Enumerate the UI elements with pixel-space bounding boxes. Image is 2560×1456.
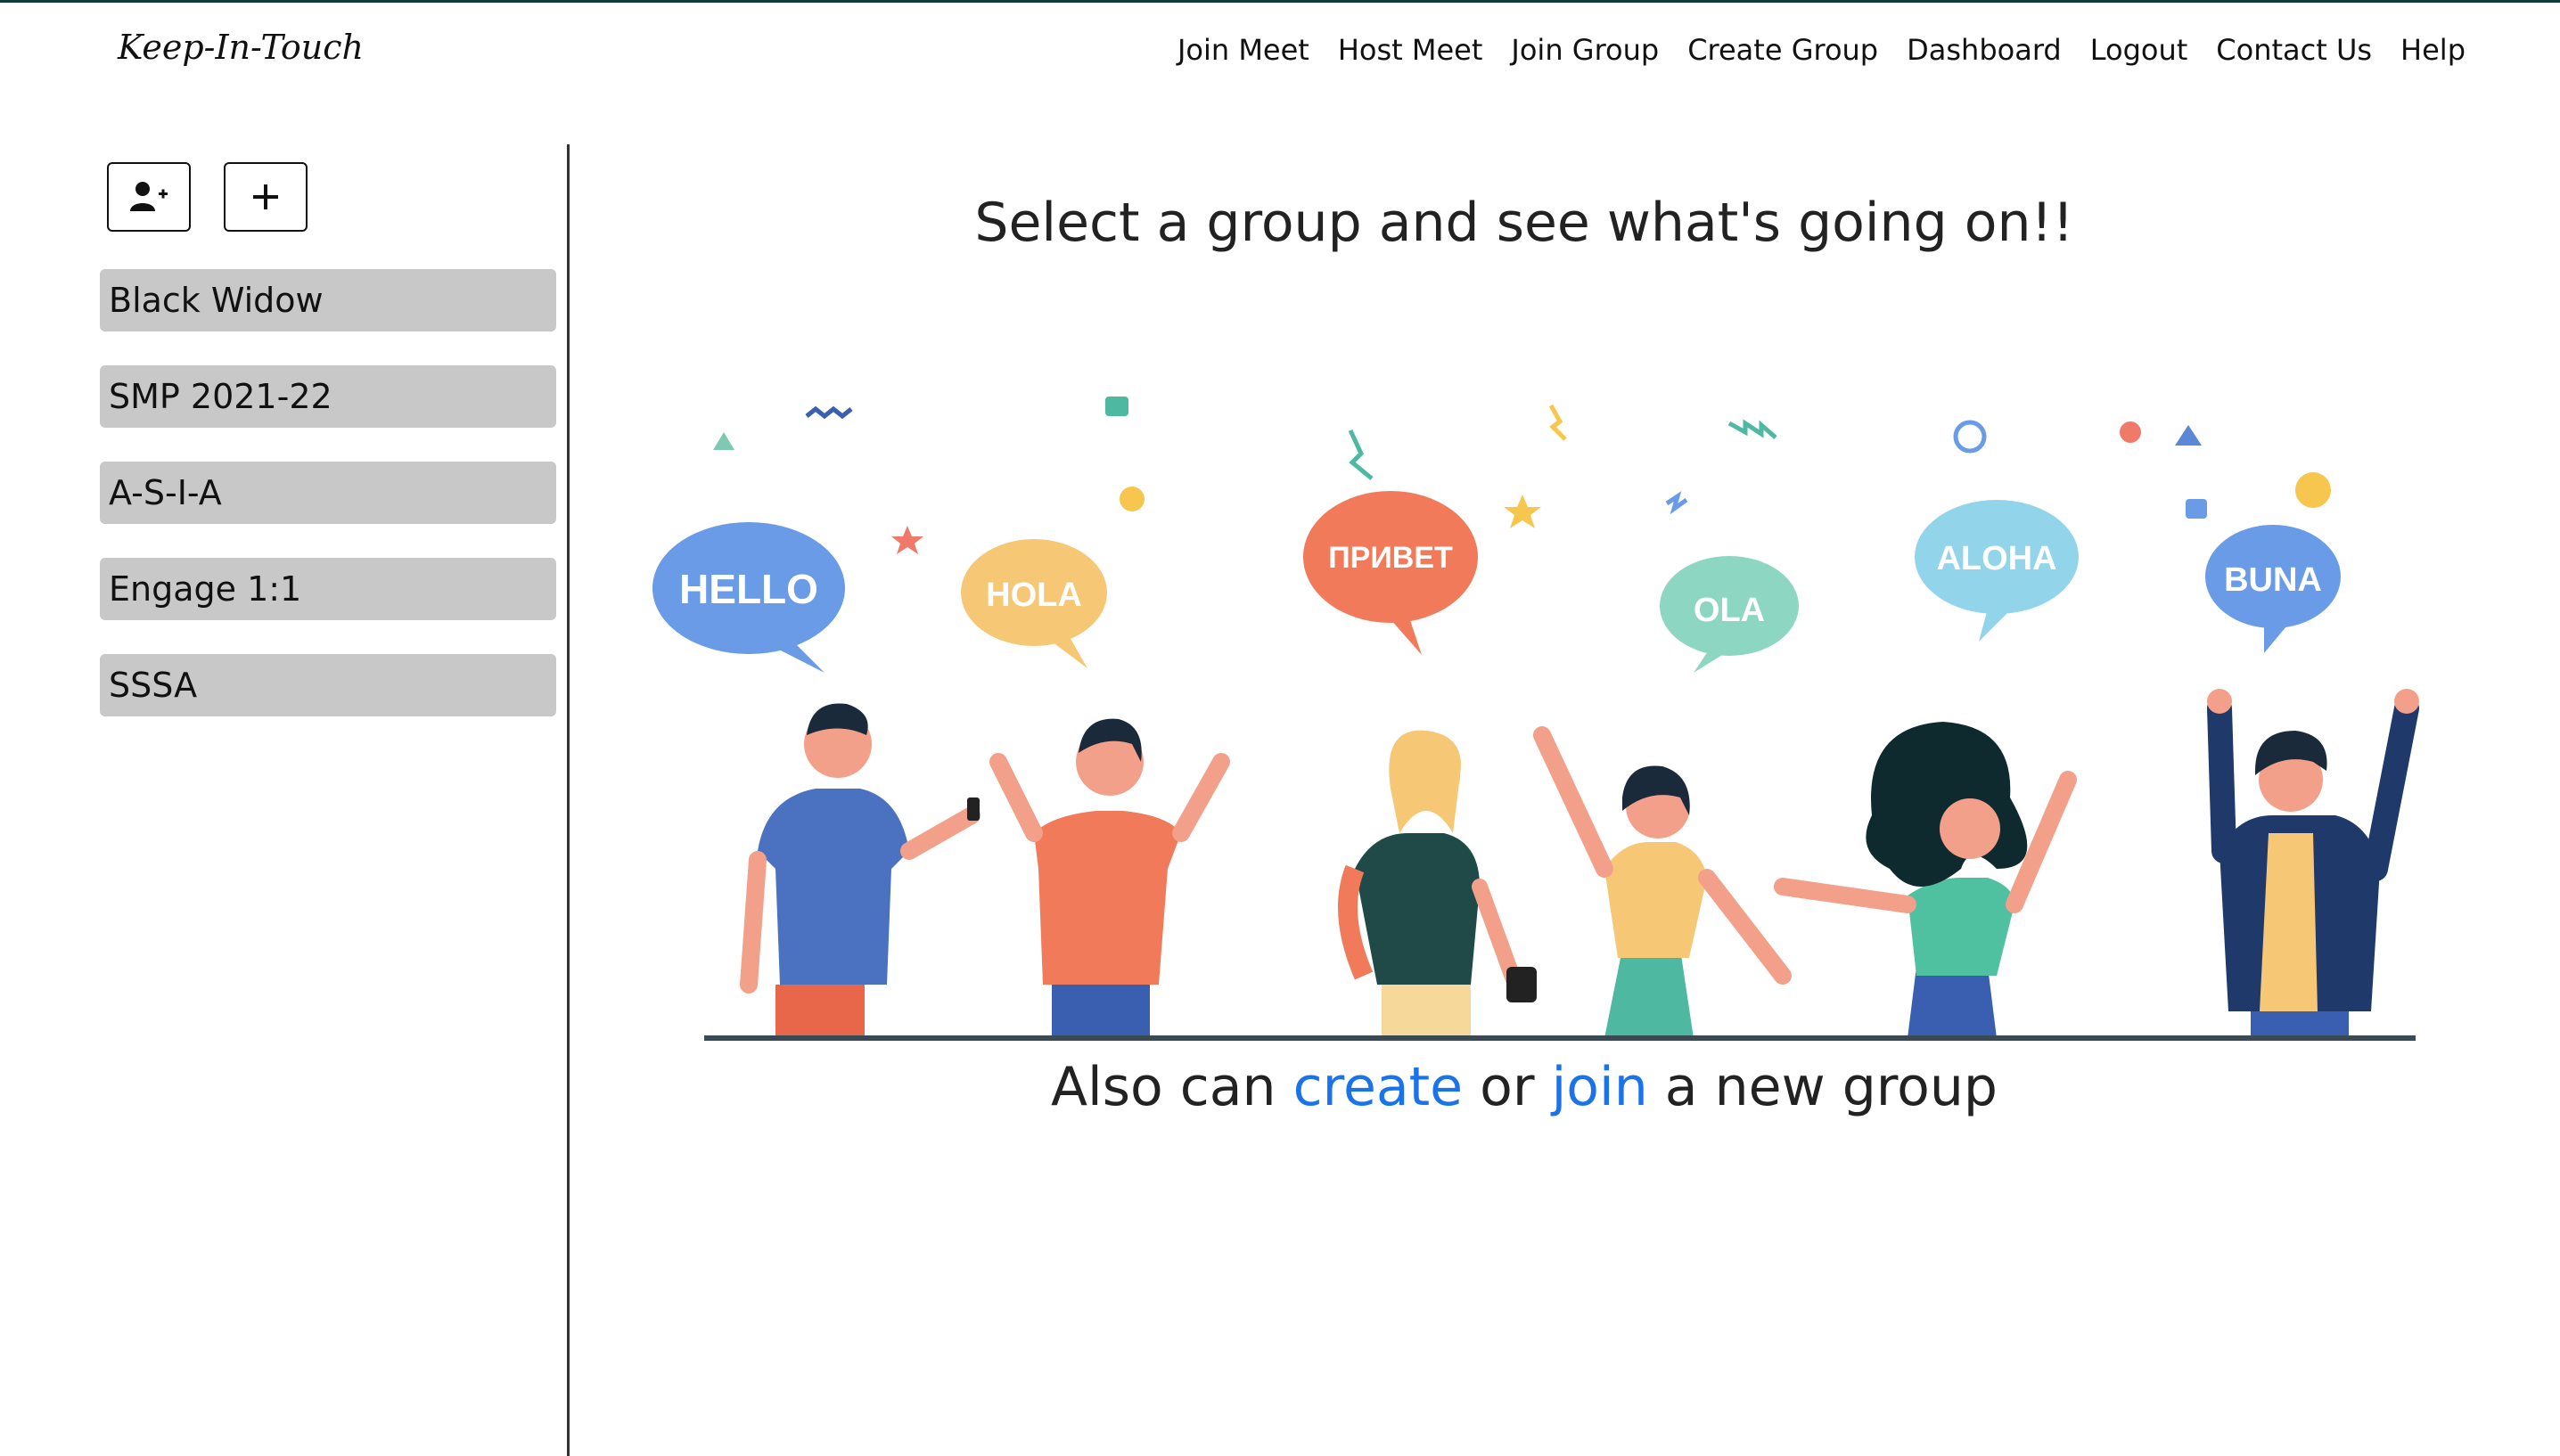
nav-logout[interactable]: Logout xyxy=(2090,33,2188,67)
svg-text:HOLA: HOLA xyxy=(986,577,1082,614)
bubble-aloha: ALOHA xyxy=(1915,500,2079,642)
bubble-ola: OLA xyxy=(1660,556,1799,673)
svg-text:ПРИВЕТ: ПРИВЕТ xyxy=(1328,541,1453,575)
brand-logo[interactable]: Keep-In-Touch xyxy=(118,28,364,67)
group-item-black-widow[interactable]: Black Widow xyxy=(100,269,556,331)
person-5 xyxy=(1774,722,2077,1038)
nav-help[interactable]: Help xyxy=(2400,33,2466,67)
add-group-button[interactable] xyxy=(224,162,308,232)
nav-join-meet[interactable]: Join Meet xyxy=(1177,33,1309,67)
group-label: Black Widow xyxy=(109,281,324,320)
nav-contact-us[interactable]: Contact Us xyxy=(2216,33,2372,67)
group-item-smp-2021-22[interactable]: SMP 2021-22 xyxy=(100,365,556,428)
bubble-privet: ПРИВЕТ xyxy=(1303,491,1478,655)
group-item-engage[interactable]: Engage 1:1 xyxy=(100,558,556,620)
group-label: Engage 1:1 xyxy=(109,569,302,609)
sub-text-middle: or xyxy=(1480,1056,1535,1118)
svg-text:ALOHA: ALOHA xyxy=(1936,540,2056,577)
bubble-buna: BUNA xyxy=(2205,525,2341,653)
create-group-link[interactable]: create xyxy=(1293,1056,1463,1118)
nav-host-meet[interactable]: Host Meet xyxy=(1338,33,1483,67)
page-headline: Select a group and see what's going on!! xyxy=(974,192,2074,254)
svg-text:HELLO: HELLO xyxy=(679,566,818,612)
person-2 xyxy=(989,718,1230,1038)
group-label: SSSA xyxy=(109,666,198,705)
nav-links: Join Meet Host Meet Join Group Create Gr… xyxy=(1177,33,2466,67)
sub-headline: Also can create or join a new group xyxy=(570,1056,2478,1118)
group-label: SMP 2021-22 xyxy=(109,377,332,416)
person-1 xyxy=(740,703,981,1038)
person-3 xyxy=(1338,730,1537,1038)
main-content: Select a group and see what's going on!!… xyxy=(570,102,2560,1456)
bubble-hola: HOLA xyxy=(961,539,1107,668)
nav-dashboard[interactable]: Dashboard xyxy=(1907,33,2062,67)
group-label: A-S-I-A xyxy=(109,473,222,512)
sidebar: Black Widow SMP 2021-22 A-S-I-A Engage 1… xyxy=(0,144,570,1456)
group-item-sssa[interactable]: SSSA xyxy=(100,654,556,716)
navbar: Keep-In-Touch Join Meet Host Meet Join G… xyxy=(0,3,2560,102)
add-member-button[interactable] xyxy=(107,162,191,232)
bubble-hello: HELLO xyxy=(652,522,845,673)
group-item-asia[interactable]: A-S-I-A xyxy=(100,462,556,524)
user-plus-icon xyxy=(130,182,168,211)
nav-join-group[interactable]: Join Group xyxy=(1511,33,1659,67)
svg-text:BUNA: BUNA xyxy=(2224,561,2322,599)
svg-text:OLA: OLA xyxy=(1694,592,1765,629)
sub-text-before: Also can xyxy=(1051,1056,1276,1118)
sub-text-after: a new group xyxy=(1664,1056,1998,1118)
person-4 xyxy=(1533,726,1792,1038)
plus-icon xyxy=(253,184,278,209)
person-6 xyxy=(2207,689,2419,1038)
people-greetings-illustration: HELLO HOLA ПРИВЕТ OLA ALOHA BUNA xyxy=(652,397,2419,1041)
nav-create-group[interactable]: Create Group xyxy=(1687,33,1878,67)
join-group-link[interactable]: join xyxy=(1552,1056,1648,1118)
